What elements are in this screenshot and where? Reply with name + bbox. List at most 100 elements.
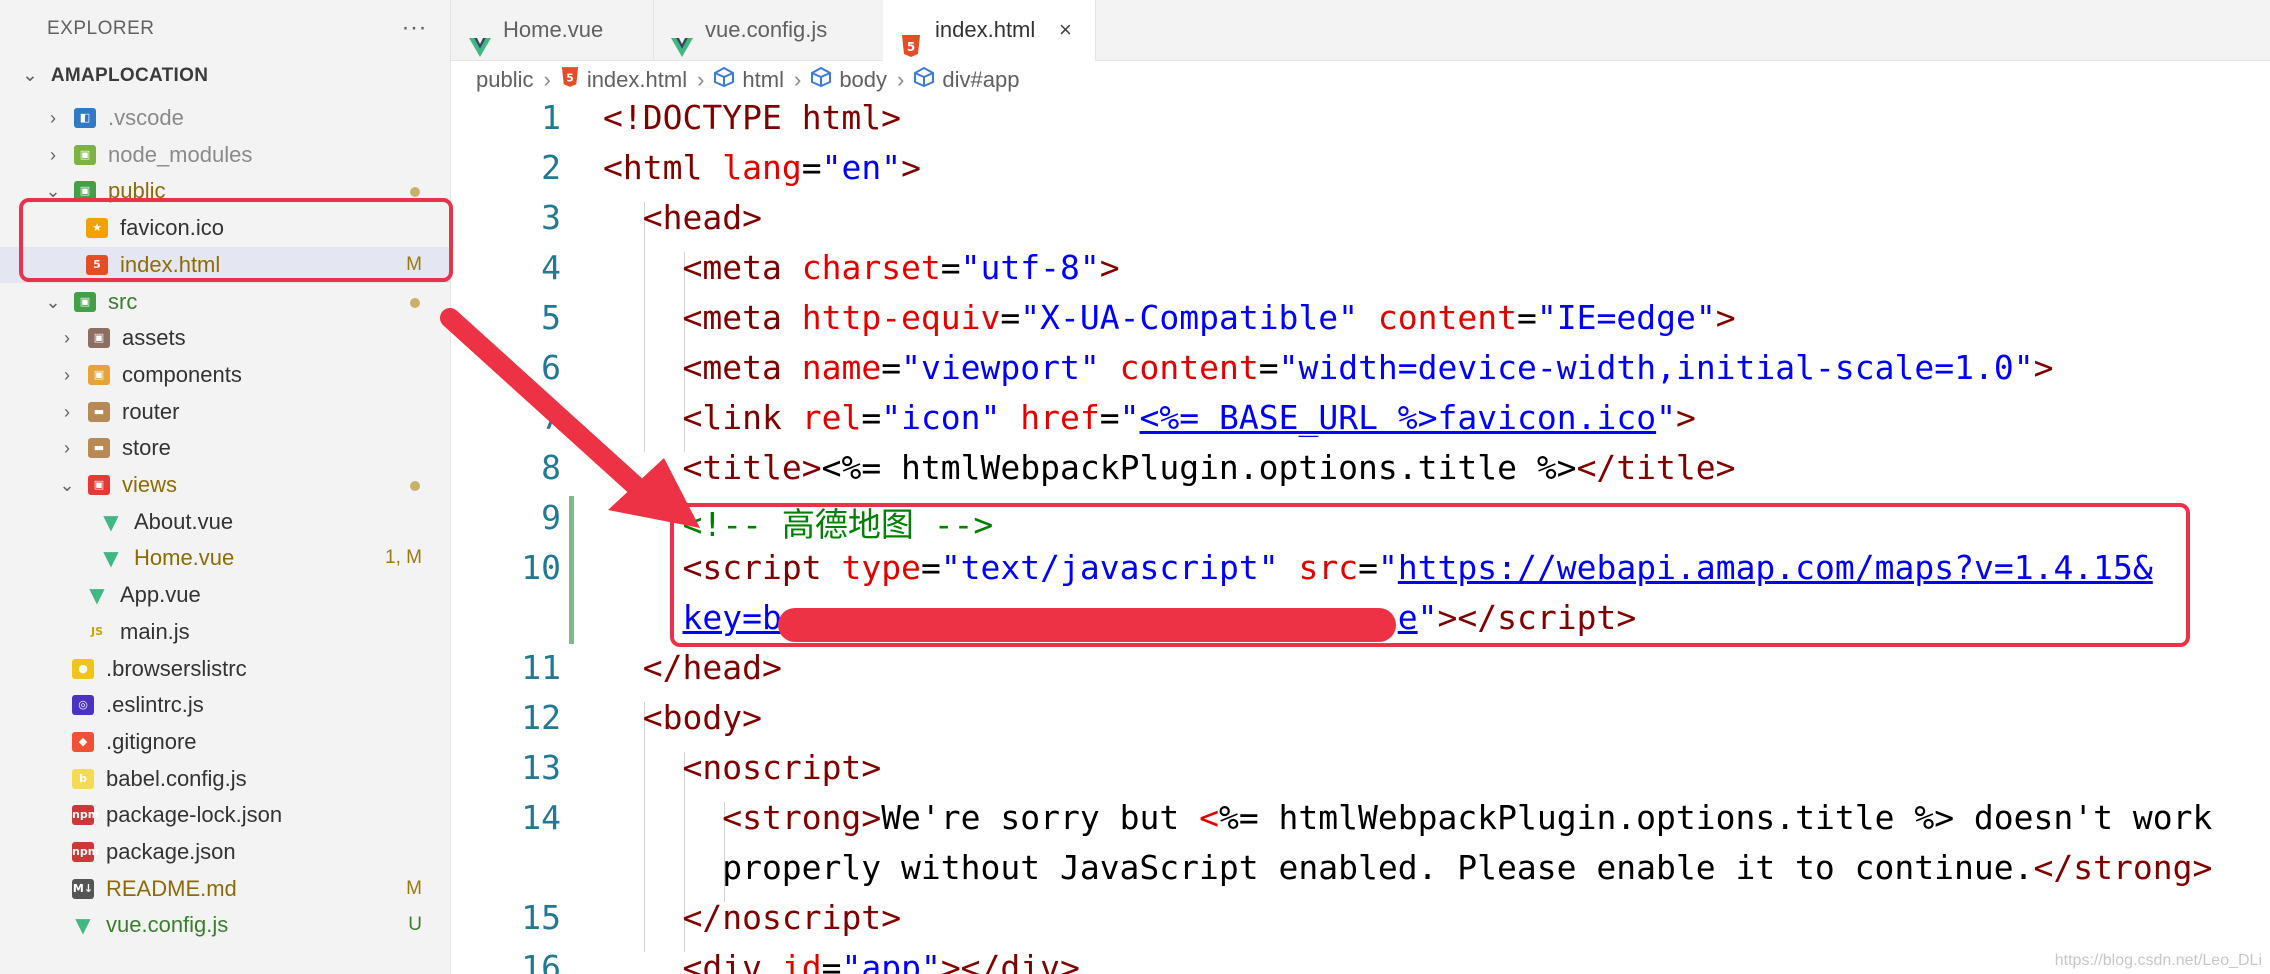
tab-vue-config-js[interactable]: vue.config.js: [653, 0, 884, 60]
vue-icon: ▼: [103, 509, 119, 534]
tree-item[interactable]: b babel.config.js: [0, 761, 450, 797]
npm-icon: npm: [72, 805, 99, 826]
chevron-down-icon: ⌄: [22, 65, 39, 86]
views-folder-icon: ▣: [88, 475, 110, 495]
tree-item[interactable]: JS main.js: [0, 614, 450, 650]
modified-dot: [410, 297, 420, 308]
git-status-badge: M: [406, 877, 422, 899]
tree-item-label: App.vue: [120, 582, 201, 608]
tree-item-label: .gitignore: [106, 728, 197, 754]
code-line: </head>: [642, 648, 782, 687]
tree-item[interactable]: › ▣ components: [0, 357, 450, 393]
store-folder-icon: ▬: [88, 438, 110, 459]
svg-text:5: 5: [566, 72, 574, 85]
project-name: AMAPLOCATION: [50, 65, 209, 86]
code-line: <title><%= htmlWebpackPlugin.options.tit…: [682, 448, 1736, 487]
tree-item[interactable]: ◆ .gitignore: [0, 724, 450, 760]
tree-item[interactable]: › ◧ .vscode: [0, 100, 450, 136]
explorer-header: EXPLORER ···: [47, 14, 427, 44]
code-line: <head>: [642, 198, 762, 237]
tree-item[interactable]: ▼ App.vue: [0, 577, 450, 613]
chevron-down-icon[interactable]: ⌄: [58, 467, 76, 503]
line-number: 2: [541, 148, 561, 187]
close-icon[interactable]: ×: [1059, 0, 1072, 60]
html5-icon: 5: [901, 20, 923, 57]
tree-item[interactable]: ▼ vue.config.js U: [0, 907, 450, 943]
tree-item[interactable]: npm package.json: [0, 834, 450, 870]
chevron-right-icon[interactable]: ›: [44, 137, 62, 173]
tree-item-label: README.md: [106, 875, 237, 901]
chevron-down-icon[interactable]: ⌄: [44, 284, 62, 320]
babel-icon: b: [72, 768, 94, 789]
npm-icon: npm: [72, 842, 99, 862]
tab-label: Home.vue: [503, 17, 604, 42]
markdown-icon: M↓: [72, 878, 94, 899]
line-number: 10: [521, 548, 561, 587]
redaction-bar: [778, 608, 1396, 642]
code-line: <meta http-equiv="X-UA-Compatible" conte…: [682, 298, 1736, 337]
explorer-sidebar: EXPLORER ··· ⌄ AMAPLOCATION › ◧ .vscode › ▣ n…: [0, 0, 451, 974]
breadcrumb-item[interactable]: html: [742, 63, 784, 97]
tree-item-label: main.js: [120, 618, 190, 644]
code-line: </noscript>: [682, 898, 902, 937]
svg-text:5: 5: [907, 40, 915, 54]
git-status-badge: 1, M: [385, 547, 422, 569]
tree-item-label: .vscode: [108, 105, 184, 130]
explorer-title: EXPLORER: [47, 18, 155, 39]
tree-item[interactable]: npm package-lock.json: [0, 797, 450, 833]
code-line: <html lang="en">: [603, 148, 921, 187]
vue-icon: [469, 20, 491, 57]
git-change-indicator: [569, 496, 574, 644]
breadcrumb-item[interactable]: body: [839, 63, 887, 97]
line-number: 14: [521, 798, 561, 837]
vue-icon: [671, 20, 693, 57]
tree-item[interactable]: ⌄ ▣ src: [0, 284, 450, 320]
line-number: 8: [541, 448, 561, 487]
chevron-right-icon[interactable]: ›: [58, 357, 76, 393]
tree-item-label: node_modules: [108, 141, 253, 167]
breadcrumb-item[interactable]: div#app: [942, 63, 1019, 97]
modified-dot: [410, 481, 420, 491]
line-number: 5: [541, 298, 561, 337]
tree-item[interactable]: ▼ Home.vue 1, M: [0, 540, 450, 576]
tree-item-label: router: [122, 398, 180, 424]
chevron-right-icon: ›: [897, 67, 905, 93]
tree-item[interactable]: ⌄ ▣ views: [0, 467, 450, 503]
vue-icon: ▼: [103, 546, 119, 571]
project-section-header[interactable]: ⌄ AMAPLOCATION: [22, 64, 208, 90]
tree-item[interactable]: M↓ README.md M: [0, 871, 450, 907]
breadcrumb-item[interactable]: index.html: [587, 63, 687, 97]
chevron-right-icon[interactable]: ›: [58, 320, 76, 356]
browserslist-icon: ●: [72, 658, 94, 679]
tree-item[interactable]: › ▬ router: [0, 394, 450, 430]
code-line: <div id="app"></div>: [682, 948, 1080, 974]
tab-home-vue[interactable]: Home.vue: [451, 0, 654, 60]
line-number: 11: [521, 648, 561, 687]
tree-item[interactable]: › ▬ store: [0, 430, 450, 466]
chevron-right-icon[interactable]: ›: [44, 100, 62, 136]
line-number: 1: [541, 98, 561, 137]
tree-item[interactable]: › ▣ node_modules: [0, 137, 450, 173]
assets-folder-icon: ▣: [88, 328, 110, 349]
git-status-badge: U: [408, 914, 422, 936]
tree-item[interactable]: ◎ .eslintrc.js: [0, 687, 450, 723]
tree-item[interactable]: ● .browserslistrc: [0, 651, 450, 687]
element-cube-icon: [914, 63, 935, 97]
tree-item[interactable]: › ▣ assets: [0, 320, 450, 356]
code-line: <meta charset="utf-8">: [682, 248, 1120, 287]
breadcrumb-item[interactable]: public: [476, 63, 533, 97]
tab-index-html[interactable]: 5 index.html ×: [883, 0, 1096, 61]
chevron-right-icon: ›: [697, 67, 705, 93]
line-number: 7: [541, 398, 561, 437]
tree-item-label: babel.config.js: [106, 765, 247, 791]
tree-item[interactable]: ▼ About.vue: [0, 504, 450, 540]
tab-label: index.html: [935, 17, 1036, 42]
tree-item-label: .browserslistrc: [106, 655, 247, 681]
line-number: 6: [541, 348, 561, 387]
chevron-right-icon[interactable]: ›: [58, 394, 76, 430]
tree-item-label: vue.config.js: [106, 912, 229, 938]
tree-item-label: package-lock.json: [106, 802, 283, 828]
more-actions-icon[interactable]: ···: [402, 14, 427, 42]
chevron-right-icon[interactable]: ›: [58, 430, 76, 466]
element-cube-icon: [714, 63, 735, 97]
